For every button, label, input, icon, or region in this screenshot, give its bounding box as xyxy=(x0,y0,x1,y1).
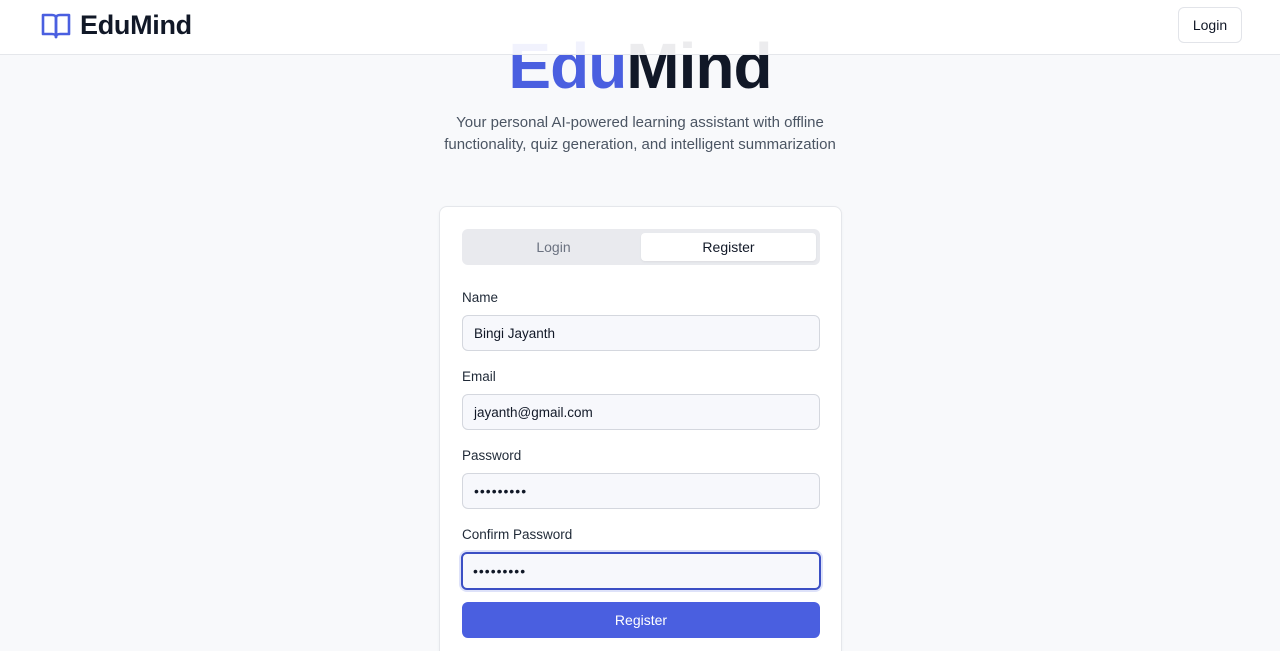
auth-tabs: Login Register xyxy=(462,229,820,265)
brand-name: EduMind xyxy=(80,9,192,40)
email-field[interactable]: jayanth@gmail.com xyxy=(462,394,820,430)
name-field[interactable]: Bingi Jayanth xyxy=(462,315,820,351)
tab-register[interactable]: Register xyxy=(641,233,816,261)
confirm-password-label: Confirm Password xyxy=(462,527,573,542)
name-label: Name xyxy=(462,290,499,305)
nav-login-button[interactable]: Login xyxy=(1178,7,1242,43)
password-field[interactable]: ••••••••• xyxy=(462,473,820,509)
register-button[interactable]: Register xyxy=(462,602,820,638)
open-book-icon xyxy=(41,13,71,39)
password-label: Password xyxy=(462,448,522,463)
auth-card: Login Register Name Bingi Jayanth Email … xyxy=(439,206,842,651)
email-label: Email xyxy=(462,369,496,384)
page: EduMind Your personal AI-powered learnin… xyxy=(0,0,1280,651)
confirm-password-field[interactable]: ••••••••• xyxy=(461,552,821,590)
tab-login[interactable]: Login xyxy=(466,233,641,261)
brand-logo[interactable]: EduMind xyxy=(40,9,192,41)
hero-subtitle: Your personal AI-powered learning assist… xyxy=(444,114,836,153)
top-navbar: EduMind Login xyxy=(0,0,1280,55)
